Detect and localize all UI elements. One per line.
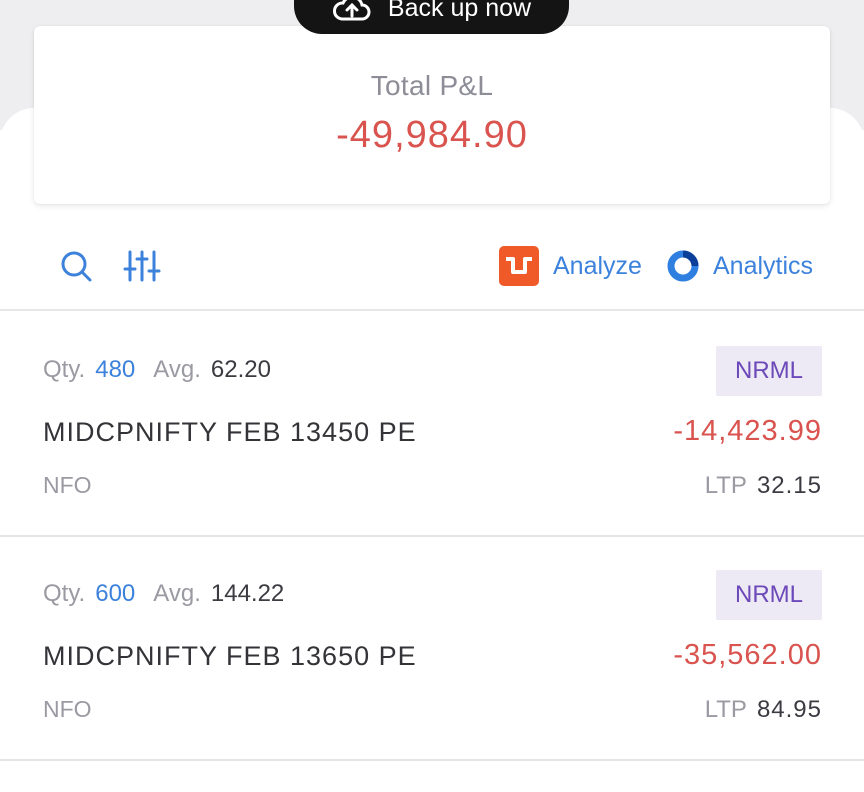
- instrument-name: MIDCPNIFTY FEB 13650 PE: [43, 641, 417, 671]
- sliders-icon[interactable]: [122, 246, 162, 286]
- backup-now-label: Back up now: [387, 0, 532, 22]
- analytics-button[interactable]: Analytics: [667, 244, 813, 288]
- qty-label: Qty.: [43, 580, 86, 607]
- avg-label: Avg.: [153, 580, 201, 607]
- product-badge: NRML: [716, 346, 822, 396]
- exchange-label: NFO: [43, 696, 92, 722]
- avg-value: 62.20: [210, 356, 271, 383]
- toolbar-divider: [0, 309, 864, 311]
- qty-label: Qty.: [43, 356, 86, 383]
- total-pnl-label: Total P&L: [370, 70, 494, 101]
- position-row[interactable]: Qty. 600 Avg. 144.22 NRML MIDCPNIFTY FEB…: [0, 536, 864, 758]
- qty-value: 600: [95, 580, 136, 607]
- ltp-line: LTP 84.95: [705, 696, 822, 724]
- exchange-label: NFO: [43, 472, 92, 498]
- qty-avg-line: Qty. 600 Avg. 144.22: [43, 580, 284, 608]
- search-icon[interactable]: [56, 246, 96, 286]
- qty-value: 480: [95, 356, 136, 383]
- analytics-label: Analytics: [713, 251, 814, 280]
- instrument-name: MIDCPNIFTY FEB 13450 PE: [43, 417, 417, 447]
- position-pnl: -14,423.99: [673, 415, 822, 447]
- ltp-value: 84.95: [756, 696, 822, 723]
- avg-label: Avg.: [153, 356, 201, 383]
- analyze-logo-icon: [499, 246, 539, 286]
- qty-avg-line: Qty. 480 Avg. 62.20: [43, 356, 271, 384]
- total-pnl-card: Total P&L -49,984.90: [34, 26, 830, 204]
- position-pnl: -35,562.00: [673, 639, 822, 671]
- analytics-logo-icon: [667, 250, 699, 282]
- analyze-button[interactable]: Analyze: [499, 244, 642, 288]
- row-divider: [0, 759, 864, 761]
- cloud-upload-icon: [332, 0, 371, 21]
- positions-toolbar: Analyze Analytics: [0, 232, 864, 310]
- total-pnl-value: -49,984.90: [336, 114, 528, 156]
- analyze-label: Analyze: [553, 251, 642, 280]
- ltp-value: 32.15: [756, 472, 822, 499]
- avg-value: 144.22: [210, 580, 285, 607]
- product-badge: NRML: [716, 570, 822, 620]
- ltp-label: LTP: [704, 472, 747, 499]
- position-row[interactable]: Qty. 480 Avg. 62.20 NRML MIDCPNIFTY FEB …: [0, 312, 864, 534]
- ltp-line: LTP 32.15: [705, 472, 822, 500]
- backup-now-button[interactable]: Back up now: [294, 0, 569, 34]
- ltp-label: LTP: [704, 696, 747, 723]
